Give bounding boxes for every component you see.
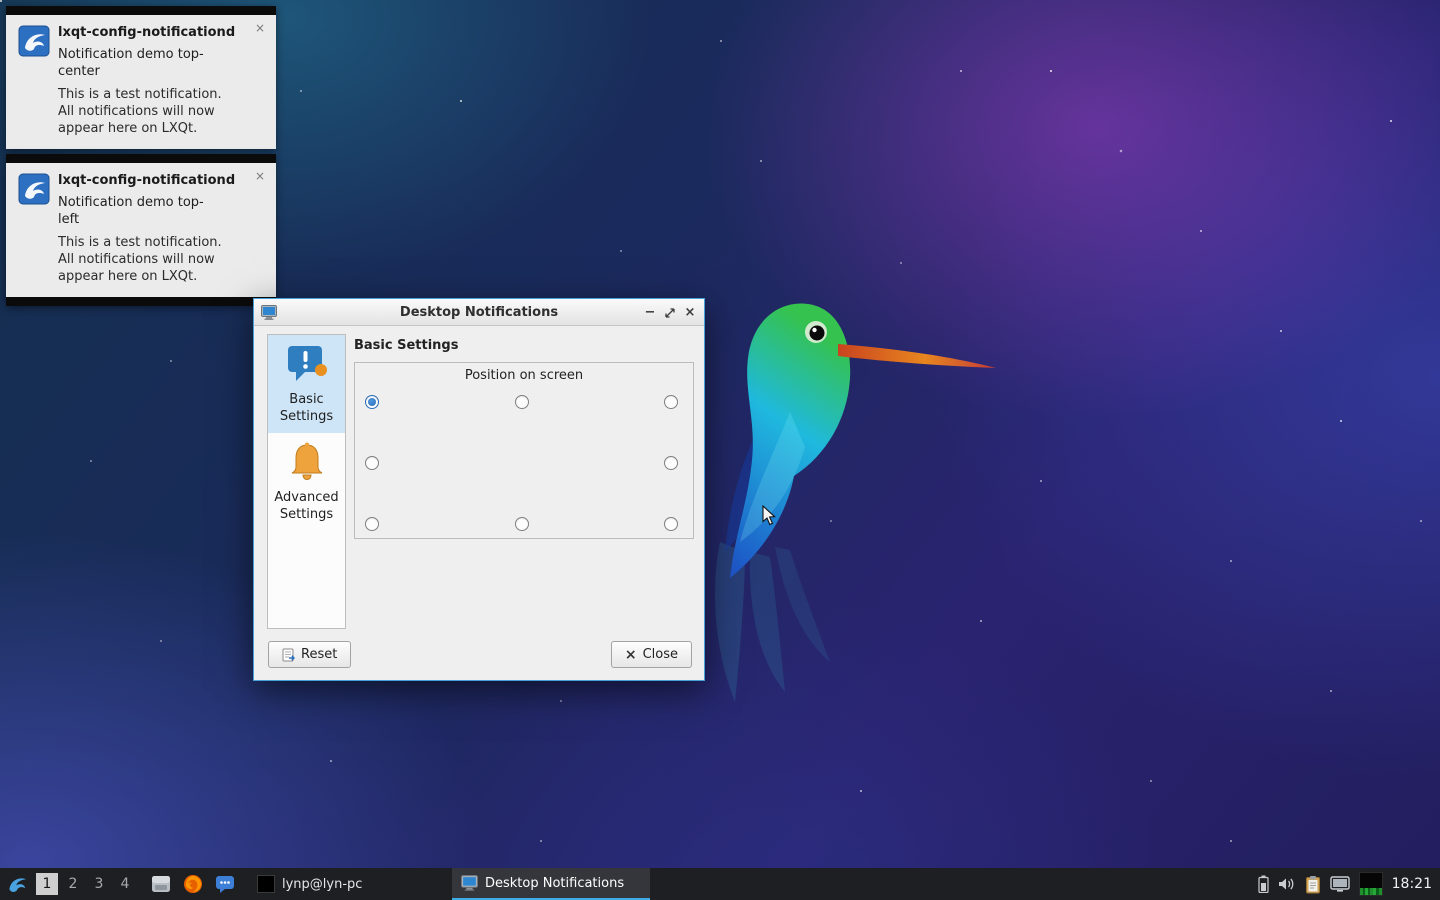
radio-position-bottom-right[interactable] bbox=[664, 517, 678, 531]
notification-popup: lxqt-config-notificationd Notification d… bbox=[6, 6, 276, 149]
notification-close-button[interactable]: × bbox=[252, 169, 268, 185]
notification-bubble-icon bbox=[284, 343, 330, 385]
file-manager-launcher[interactable] bbox=[148, 871, 174, 897]
lxqt-logo-icon bbox=[18, 173, 50, 205]
reset-icon bbox=[282, 648, 295, 662]
taskbar: 1 2 3 4 bbox=[0, 868, 1440, 900]
desktop-notifications-window: Desktop Notifications − × bbox=[253, 298, 705, 681]
notification-body: This is a test notification. All notific… bbox=[58, 86, 236, 137]
notification-app-name: lxqt-config-notificationd bbox=[58, 173, 243, 188]
lxqt-logo-icon bbox=[18, 25, 50, 57]
radio-position-top-right[interactable] bbox=[664, 395, 678, 409]
radio-position-bottom-left[interactable] bbox=[365, 517, 379, 531]
firefox-launcher[interactable] bbox=[180, 871, 206, 897]
task-label: lynp@lyn-pc bbox=[282, 877, 362, 892]
close-x-glyph: × bbox=[625, 647, 637, 663]
task-label: Desktop Notifications bbox=[485, 876, 624, 891]
radio-position-top-left[interactable] bbox=[365, 395, 379, 409]
clock[interactable]: 18:21 bbox=[1392, 876, 1432, 892]
window-title: Desktop Notifications bbox=[254, 305, 704, 320]
position-on-screen-groupbox: Position on screen bbox=[354, 362, 694, 539]
workspace-4-button[interactable]: 4 bbox=[114, 873, 136, 895]
bell-icon bbox=[285, 441, 329, 483]
display-icon[interactable] bbox=[1330, 876, 1350, 893]
hummingbird-wallpaper bbox=[690, 292, 1010, 722]
minimize-button[interactable]: − bbox=[640, 303, 660, 323]
volume-icon[interactable] bbox=[1278, 876, 1296, 892]
notification-app-name: lxqt-config-notificationd bbox=[58, 25, 243, 40]
terminal-window-icon bbox=[257, 875, 275, 893]
file-manager-icon bbox=[151, 874, 171, 894]
desktop: lxqt-config-notificationd Notification d… bbox=[0, 0, 1440, 900]
radio-position-middle-right[interactable] bbox=[664, 456, 678, 470]
sidebar-item-advanced-settings[interactable]: Advanced Settings bbox=[268, 433, 345, 531]
notification-close-button[interactable]: × bbox=[252, 21, 268, 37]
system-tray: 18:21 bbox=[1258, 872, 1432, 896]
monitor-icon bbox=[461, 875, 478, 891]
start-menu-button[interactable] bbox=[0, 868, 34, 900]
section-heading: Basic Settings bbox=[354, 338, 694, 353]
firefox-icon bbox=[183, 874, 203, 894]
settings-category-list: Basic Settings Advanced Settings bbox=[267, 334, 346, 629]
reset-button-label: Reset bbox=[301, 647, 337, 662]
notification-summary: Notification demo top-center bbox=[58, 46, 223, 80]
radio-position-top-center[interactable] bbox=[515, 395, 529, 409]
restore-icon bbox=[665, 308, 675, 318]
mouse-cursor bbox=[762, 505, 776, 526]
radio-position-bottom-center[interactable] bbox=[515, 517, 529, 531]
close-button[interactable]: × bbox=[680, 303, 700, 323]
dialog-close-button[interactable]: × Close bbox=[611, 641, 692, 668]
quick-launch bbox=[148, 871, 238, 897]
groupbox-title: Position on screen bbox=[355, 363, 693, 383]
notification-popup: lxqt-config-notificationd Notification d… bbox=[6, 154, 276, 306]
workspace-1-button[interactable]: 1 bbox=[36, 873, 58, 895]
titlebar[interactable]: Desktop Notifications − × bbox=[254, 299, 704, 326]
notification-summary: Notification demo top-left bbox=[58, 194, 223, 228]
clipboard-icon[interactable] bbox=[1305, 875, 1321, 894]
battery-icon[interactable] bbox=[1258, 875, 1269, 893]
lxqt-logo-icon bbox=[6, 873, 28, 895]
reset-button[interactable]: Reset bbox=[268, 641, 351, 668]
sidebar-item-label: Advanced Settings bbox=[270, 489, 343, 523]
sidebar-item-label: Basic Settings bbox=[270, 391, 343, 425]
cpu-monitor-graph[interactable] bbox=[1359, 872, 1383, 896]
workspace-switcher: 1 2 3 4 bbox=[36, 873, 136, 895]
chat-launcher[interactable] bbox=[212, 871, 238, 897]
restore-button[interactable] bbox=[660, 303, 680, 323]
radio-position-middle-left[interactable] bbox=[365, 456, 379, 470]
close-button-label: Close bbox=[643, 647, 678, 662]
notification-body: This is a test notification. All notific… bbox=[58, 234, 236, 285]
task-button-desktop-notifications[interactable]: Desktop Notifications bbox=[452, 868, 650, 900]
task-button-terminal[interactable]: lynp@lyn-pc bbox=[248, 868, 386, 900]
workspace-3-button[interactable]: 3 bbox=[88, 873, 110, 895]
starfield bbox=[0, 0, 2, 2]
chat-icon bbox=[215, 874, 235, 894]
workspace-2-button[interactable]: 2 bbox=[62, 873, 84, 895]
sidebar-item-basic-settings[interactable]: Basic Settings bbox=[268, 335, 345, 433]
